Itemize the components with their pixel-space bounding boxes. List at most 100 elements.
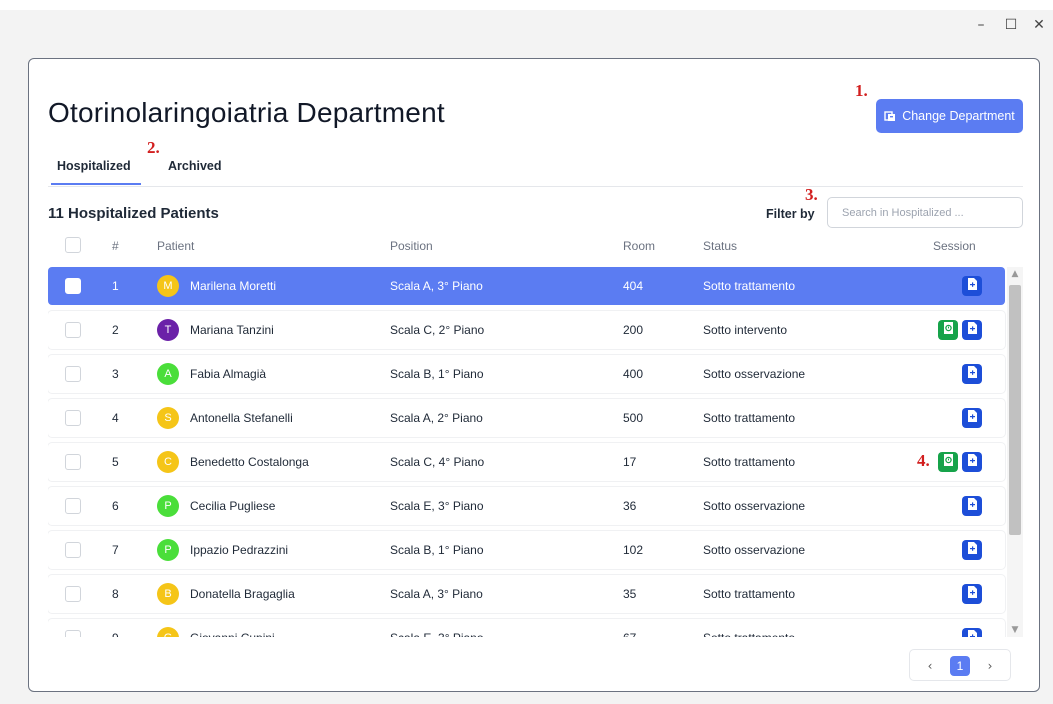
patient-position: Scala C, 2° Piano bbox=[390, 323, 485, 337]
table-row[interactable]: 5 C Benedetto Costalonga Scala C, 4° Piano 1… bbox=[48, 443, 1005, 481]
column-header-status[interactable]: Status bbox=[703, 239, 737, 253]
patient-position: Scala B, 1° Piano bbox=[390, 367, 484, 381]
patient-status: Sotto trattamento bbox=[703, 455, 796, 469]
tab-hospitalized[interactable]: Hospitalized bbox=[51, 159, 141, 185]
column-header-patient[interactable]: Patient bbox=[157, 239, 194, 253]
patient-status: Sotto osservazione bbox=[703, 543, 806, 557]
column-header-room[interactable]: Room bbox=[623, 239, 655, 253]
patient-name[interactable]: Giovanni Cupini bbox=[190, 631, 275, 637]
row-number: 8 bbox=[112, 587, 119, 601]
table-row[interactable]: 9 G Giovanni Cupini Scala E, 3° Piano 67 Sott… bbox=[48, 619, 1005, 637]
avatar: T bbox=[157, 319, 179, 341]
avatar: M bbox=[157, 275, 179, 297]
patient-position: Scala A, 3° Piano bbox=[390, 587, 483, 601]
scrollbar-thumb[interactable] bbox=[1009, 285, 1021, 535]
tab-archived[interactable]: Archived bbox=[168, 159, 222, 173]
annotation-marker-1: 1. bbox=[855, 81, 868, 100]
table-row[interactable]: 7 P Ippazio Pedrazzini Scala B, 1° Piano 102… bbox=[48, 531, 1005, 569]
row-number: 7 bbox=[112, 543, 119, 557]
table-header: # Patient Position Room Status Session bbox=[48, 231, 1005, 261]
patient-name[interactable]: Cecilia Pugliese bbox=[190, 499, 275, 513]
session-add-button[interactable] bbox=[962, 584, 982, 604]
row-number: 6 bbox=[112, 499, 119, 513]
row-number: 4 bbox=[112, 411, 119, 425]
row-checkbox[interactable] bbox=[65, 278, 81, 294]
patient-name[interactable]: Benedetto Costalonga bbox=[190, 455, 309, 469]
row-checkbox[interactable] bbox=[65, 498, 81, 514]
row-checkbox[interactable] bbox=[65, 586, 81, 602]
patient-position: Scala E, 3° Piano bbox=[390, 631, 484, 637]
patient-position: Scala B, 1° Piano bbox=[390, 543, 484, 557]
patient-name[interactable]: Marilena Moretti bbox=[190, 279, 276, 293]
session-add-button[interactable] bbox=[962, 320, 982, 340]
pagination-next-icon[interactable]: › bbox=[980, 656, 1000, 676]
minimize-icon[interactable]: – bbox=[970, 10, 992, 40]
patient-status: Sotto osservazione bbox=[703, 499, 806, 513]
row-checkbox[interactable] bbox=[65, 322, 81, 338]
patient-status: Sotto trattamento bbox=[703, 587, 796, 601]
patient-room: 102 bbox=[623, 543, 644, 557]
session-add-button[interactable] bbox=[962, 452, 982, 472]
pagination: ‹ 1 › bbox=[909, 649, 1011, 681]
patient-position: Scala A, 2° Piano bbox=[390, 411, 483, 425]
column-header-position[interactable]: Position bbox=[390, 239, 433, 253]
table-row[interactable]: 1 M Marilena Moretti Scala A, 3° Piano 404 So… bbox=[48, 267, 1005, 305]
patient-name[interactable]: Mariana Tanzini bbox=[190, 323, 274, 337]
patient-name[interactable]: Ippazio Pedrazzini bbox=[190, 543, 288, 557]
change-department-button[interactable]: Change Department bbox=[876, 99, 1023, 133]
document-add-icon bbox=[967, 541, 978, 559]
scroll-down-icon[interactable]: ▼ bbox=[1007, 623, 1023, 637]
maximize-icon[interactable]: ☐ bbox=[1000, 10, 1022, 40]
avatar: B bbox=[157, 583, 179, 605]
session-add-button[interactable] bbox=[962, 408, 982, 428]
avatar: P bbox=[157, 539, 179, 561]
patient-position: Scala A, 3° Piano bbox=[390, 279, 483, 293]
row-number: 3 bbox=[112, 367, 119, 381]
patient-name[interactable]: Donatella Bragaglia bbox=[190, 587, 295, 601]
scroll-up-icon[interactable]: ▲ bbox=[1007, 267, 1023, 281]
patient-room: 400 bbox=[623, 367, 644, 381]
table-row[interactable]: 3 A Fabia Almagià Scala B, 1° Piano 400 Sotto… bbox=[48, 355, 1005, 393]
avatar: P bbox=[157, 495, 179, 517]
patient-name[interactable]: Antonella Stefanelli bbox=[190, 411, 293, 425]
table-row[interactable]: 4 S Antonella Stefanelli Scala A, 2° Piano 5… bbox=[48, 399, 1005, 437]
row-checkbox[interactable] bbox=[65, 410, 81, 426]
patient-position: Scala E, 3° Piano bbox=[390, 499, 484, 513]
row-checkbox[interactable] bbox=[65, 542, 81, 558]
table-row[interactable]: 6 P Cecilia Pugliese Scala E, 3° Piano 36 Sot… bbox=[48, 487, 1005, 525]
table-row[interactable]: 8 B Donatella Bragaglia Scala A, 3° Piano 35… bbox=[48, 575, 1005, 613]
session-add-button[interactable] bbox=[962, 364, 982, 384]
annotation-marker-2: 2. bbox=[147, 138, 160, 157]
pagination-prev-icon[interactable]: ‹ bbox=[920, 656, 940, 676]
row-checkbox[interactable] bbox=[65, 630, 81, 637]
session-add-button[interactable] bbox=[962, 628, 982, 637]
row-number: 1 bbox=[112, 279, 119, 293]
session-view-button[interactable] bbox=[938, 320, 958, 340]
search-input[interactable] bbox=[827, 197, 1023, 228]
patient-status: Sotto trattamento bbox=[703, 279, 796, 293]
patient-status: Sotto intervento bbox=[703, 323, 788, 337]
document-add-icon bbox=[967, 277, 978, 295]
patient-room: 500 bbox=[623, 411, 644, 425]
patients-count-title: 11 Hospitalized Patients bbox=[48, 205, 219, 222]
change-department-label: Change Department bbox=[902, 109, 1015, 123]
table-scrollbar[interactable]: ▲ ▼ bbox=[1007, 267, 1023, 637]
pagination-page-1[interactable]: 1 bbox=[950, 656, 970, 676]
department-card: Otorinolaringoiatria Department 1. Chang… bbox=[28, 58, 1040, 692]
row-checkbox[interactable] bbox=[65, 366, 81, 382]
column-header-session: Session bbox=[933, 239, 976, 253]
patient-room: 35 bbox=[623, 587, 637, 601]
patient-name[interactable]: Fabia Almagià bbox=[190, 367, 266, 381]
session-add-button[interactable] bbox=[962, 276, 982, 296]
window-titlebar bbox=[0, 10, 1053, 40]
session-view-button[interactable] bbox=[938, 452, 958, 472]
session-add-button[interactable] bbox=[962, 540, 982, 560]
close-icon[interactable]: ✕ bbox=[1028, 10, 1050, 40]
table-row[interactable]: 2 T Mariana Tanzini Scala C, 2° Piano 200 Sot… bbox=[48, 311, 1005, 349]
patients-table-body[interactable]: 1 M Marilena Moretti Scala A, 3° Piano 404 So… bbox=[48, 267, 1025, 637]
document-add-icon bbox=[967, 365, 978, 383]
row-checkbox[interactable] bbox=[65, 454, 81, 470]
select-all-checkbox[interactable] bbox=[65, 237, 81, 253]
session-add-button[interactable] bbox=[962, 496, 982, 516]
patient-position: Scala C, 4° Piano bbox=[390, 455, 485, 469]
